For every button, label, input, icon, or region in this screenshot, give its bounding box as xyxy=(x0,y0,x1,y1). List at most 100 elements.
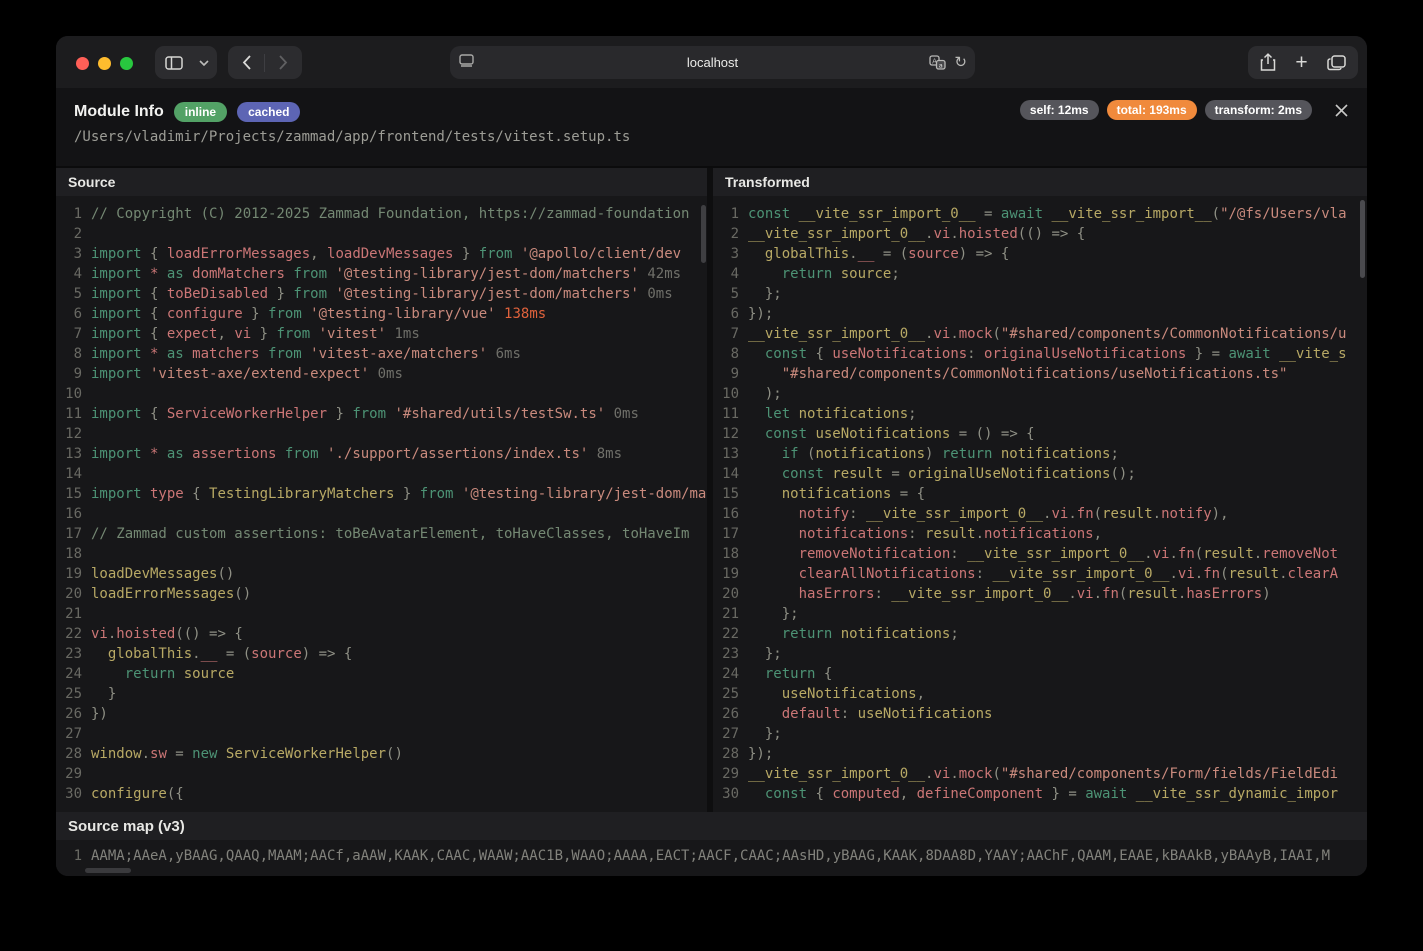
code-line-text: }; xyxy=(748,604,799,624)
code-line-text: import type { TestingLibraryMatchers } f… xyxy=(91,484,707,504)
line-number: 24 xyxy=(713,664,739,684)
code-line: 5import { toBeDisabled } from '@testing-… xyxy=(56,284,707,304)
line-number: 7 xyxy=(713,324,739,344)
code-line-text: }) xyxy=(91,704,108,724)
line-number: 23 xyxy=(713,644,739,664)
code-line: 3import { loadErrorMessages, loadDevMess… xyxy=(56,244,707,264)
close-button[interactable] xyxy=(1334,103,1349,118)
code-line: 30 const { computed, defineComponent } =… xyxy=(713,784,1367,804)
line-number: 15 xyxy=(713,484,739,504)
close-icon xyxy=(1334,103,1349,118)
code-line-text: import * as domMatchers from '@testing-l… xyxy=(91,264,681,284)
code-line: 13import * as assertions from './support… xyxy=(56,444,707,464)
source-scrollbar[interactable] xyxy=(701,205,706,263)
code-line: 12 const useNotifications = () => { xyxy=(713,424,1367,444)
code-line: 27 xyxy=(56,724,707,744)
code-line: 24 return { xyxy=(713,664,1367,684)
code-line: 4 return source; xyxy=(713,264,1367,284)
line-number: 29 xyxy=(713,764,739,784)
code-line: 15 notifications = { xyxy=(713,484,1367,504)
line-number: 24 xyxy=(56,664,82,684)
line-number: 13 xyxy=(56,444,82,464)
code-line: 18 removeNotification: __vite_ssr_import… xyxy=(713,544,1367,564)
code-line: 10 ); xyxy=(713,384,1367,404)
code-line: 7 __vite_ssr_import_0__.vi.mock("#shared/… xyxy=(713,324,1367,344)
code-line: 20loadErrorMessages() xyxy=(56,584,707,604)
line-number: 8 xyxy=(713,344,739,364)
code-line-text: default: useNotifications xyxy=(748,704,992,724)
code-line: 1const __vite_ssr_import_0__ = await __v… xyxy=(713,204,1367,224)
code-line: 29 __vite_ssr_import_0__.vi.mock("#shared… xyxy=(713,764,1367,784)
code-line-text: }; xyxy=(748,284,782,304)
share-button[interactable] xyxy=(1260,53,1276,72)
code-line-text: } xyxy=(91,684,116,704)
code-line-text: clearAllNotifications: __vite_ssr_import… xyxy=(748,564,1338,584)
code-line: 30configure({ xyxy=(56,784,707,804)
code-line: 18 xyxy=(56,544,707,564)
line-number: 23 xyxy=(56,644,82,664)
line-number: 26 xyxy=(56,704,82,724)
line-number: 6 xyxy=(56,304,82,324)
new-tab-button[interactable]: + xyxy=(1295,52,1307,73)
sourcemap-title: Source map (v3) xyxy=(56,812,1367,840)
code-line: 17 notifications: result.notifications, xyxy=(713,524,1367,544)
translate-icon[interactable]: Aa xyxy=(929,55,946,70)
tabs-overview-button[interactable] xyxy=(1327,55,1346,71)
line-number: 21 xyxy=(56,604,82,624)
source-panel-title: Source xyxy=(56,168,707,196)
line-number: 30 xyxy=(56,784,82,804)
source-code[interactable]: 1// Copyright (C) 2012-2025 Zammad Found… xyxy=(56,196,707,812)
code-line: 2__vite_ssr_import_0__.vi.hoisted(() => … xyxy=(713,224,1367,244)
line-number: 11 xyxy=(56,404,82,424)
code-line-text: __vite_ssr_import_0__.vi.mock("#shared/c… xyxy=(748,324,1346,344)
code-line-text: loadErrorMessages() xyxy=(91,584,251,604)
transformed-panel: Transformed 1const __vite_ssr_import_0__… xyxy=(713,168,1367,812)
transformed-code[interactable]: 1const __vite_ssr_import_0__ = await __v… xyxy=(713,196,1367,812)
line-number: 7 xyxy=(56,324,82,344)
sourcemap-horizontal-scrollbar[interactable] xyxy=(85,868,131,873)
code-line: 8 const { useNotifications: originalUseN… xyxy=(713,344,1367,364)
code-line: 8import * as matchers from 'vitest-axe/m… xyxy=(56,344,707,364)
code-line: 9import 'vitest-axe/extend-expect' 0ms xyxy=(56,364,707,384)
code-line-text: return source xyxy=(91,664,234,684)
code-line: 27 }; xyxy=(713,724,1367,744)
window-zoom-button[interactable] xyxy=(120,57,133,70)
reload-button[interactable]: ↻ xyxy=(954,53,967,71)
code-line-text: // Zammad custom assertions: toBeAvatarE… xyxy=(91,524,689,544)
code-line-text: // Copyright (C) 2012-2025 Zammad Founda… xyxy=(91,204,689,224)
page-title: Module Info xyxy=(74,103,164,121)
chevron-down-icon xyxy=(199,60,209,66)
sidebar-menu-chevron[interactable] xyxy=(193,46,215,79)
code-line-text: globalThis.__ = (source) => { xyxy=(91,644,352,664)
nav-button-group xyxy=(228,46,302,79)
code-line: 19 clearAllNotifications: __vite_ssr_imp… xyxy=(713,564,1367,584)
line-number: 3 xyxy=(713,244,739,264)
window-minimize-button[interactable] xyxy=(98,57,111,70)
sidebar-toggle-button[interactable] xyxy=(155,46,193,79)
line-number: 27 xyxy=(56,724,82,744)
window-close-button[interactable] xyxy=(76,57,89,70)
line-number: 25 xyxy=(713,684,739,704)
line-number: 25 xyxy=(56,684,82,704)
code-line-text: import 'vitest-axe/extend-expect' 0ms xyxy=(91,364,403,384)
browser-toolbar: localhost Aa ↻ + xyxy=(56,36,1367,88)
window-scrollbar[interactable] xyxy=(1360,200,1365,278)
back-button[interactable] xyxy=(228,46,264,79)
line-number: 17 xyxy=(56,524,82,544)
line-number: 28 xyxy=(56,744,82,764)
code-line: 6import { configure } from '@testing-lib… xyxy=(56,304,707,324)
code-line-text: __vite_ssr_import_0__.vi.mock("#shared/c… xyxy=(748,764,1338,784)
transform-time-badge: transform: 2ms xyxy=(1205,100,1312,120)
code-line: 19loadDevMessages() xyxy=(56,564,707,584)
line-number: 19 xyxy=(713,564,739,584)
url-field[interactable]: localhost Aa ↻ xyxy=(450,46,975,79)
code-line: 6}); xyxy=(713,304,1367,324)
forward-button[interactable] xyxy=(265,46,301,79)
line-number: 1 xyxy=(713,204,739,224)
code-line-text: let notifications; xyxy=(748,404,917,424)
code-line-text: ); xyxy=(748,384,782,404)
code-line-text: useNotifications, xyxy=(748,684,925,704)
code-line: 23 globalThis.__ = (source) => { xyxy=(56,644,707,664)
line-number: 16 xyxy=(713,504,739,524)
code-line: 11import { ServiceWorkerHelper } from '#… xyxy=(56,404,707,424)
